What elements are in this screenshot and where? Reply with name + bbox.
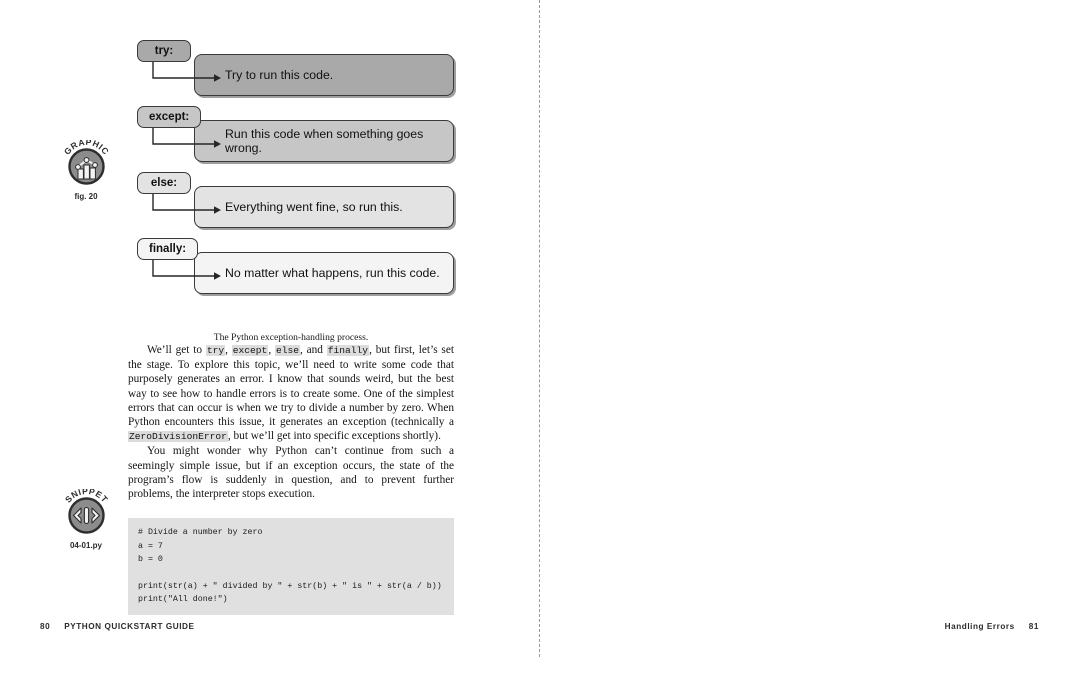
flow-body-except-text: Run this code when something goes wrong. [225,127,424,155]
flow-body-else: Everything went fine, so run this. [194,186,454,228]
p1-seg4: , [268,344,275,356]
book-spread: GRAPHIC fig. 20 SNIPPET 04-01.py Try to … [0,0,1080,657]
flow-body-finally-text: No matter what happens, run this code. [225,266,440,280]
p1-seg10: , but we’ll get into specific exceptions… [227,430,441,443]
flow-body-finally: No matter what happens, run this code. [194,252,454,294]
flow-label-else-text: else: [150,177,178,189]
code-brackets-icon: SNIPPET [62,489,111,538]
right-page: SNIPPET 04-02.py If you run this in the … [540,0,1080,657]
exception-flow-diagram: Try to run this code. try: Run this code… [128,40,454,343]
figure-caption: The Python exception-handling process. [213,332,369,343]
right-page-footer: Handling Errors 81 [945,622,1039,631]
chart-graphic-icon: GRAPHIC [62,140,111,189]
right-footer-title: Handling Errors [944,622,1015,631]
right-page-number: 81 [1028,622,1039,631]
margin-badge-graphic: GRAPHIC fig. 20 [48,140,124,201]
p1-seg8: , but first, let’s set the stage. To exp… [128,344,454,429]
left-page-footer: 80 PYTHON QUICKSTART GUIDE [40,622,195,631]
flow-row-finally: No matter what happens, run this code. f… [128,238,454,300]
flow-label-except: except: [137,106,202,128]
left-page-number: 80 [40,622,51,631]
flow-body-else-text: Everything went fine, so run this. [225,200,403,214]
flow-body-try-text: Try to run this code. [225,68,334,82]
flow-label-try-text: try: [154,45,174,57]
left-paragraph-1: We’ll get to try, except, else, and fina… [128,343,454,444]
margin-badge-snippet-left-caption: 04-01.py [69,541,103,550]
kw-else: else [274,345,300,356]
flow-body-try: Try to run this code. [194,54,454,96]
flow-label-except-text: except: [149,111,190,123]
flow-row-else: Everything went fine, so run this. else: [128,172,454,234]
margin-badge-graphic-caption: fig. 20 [74,192,98,201]
code-block-04-01: # Divide a number by zero a = 7 b = 0 pr… [128,518,454,615]
flow-body-except: Run this code when something goes wrong. [194,120,454,162]
flow-row-try: Try to run this code. try: [128,40,454,102]
kw-except: except [231,345,269,356]
kw-finally: finally [326,345,370,356]
p1-seg2: , [225,344,232,356]
kw-zerodivisionerror: ZeroDivisionError [128,431,228,443]
left-page: GRAPHIC fig. 20 SNIPPET 04-01.py Try to … [0,0,539,657]
margin-badge-snippet-left: SNIPPET 04-01.py [48,489,124,550]
left-text-column: Try to run this code. try: Run this code… [128,40,454,615]
left-paragraph-2: You might wonder why Python can’t contin… [128,445,454,501]
p1-seg6: , and [299,344,327,356]
p1-seg0: We’ll get to [147,344,206,356]
flow-label-finally: finally: [137,238,199,260]
flow-label-else: else: [137,172,191,194]
flow-label-finally-text: finally: [149,243,187,255]
flow-row-except: Run this code when something goes wrong.… [128,106,454,168]
left-footer-title: PYTHON QUICKSTART GUIDE [64,622,195,631]
flow-label-try: try: [137,40,191,62]
kw-try: try [205,345,226,356]
